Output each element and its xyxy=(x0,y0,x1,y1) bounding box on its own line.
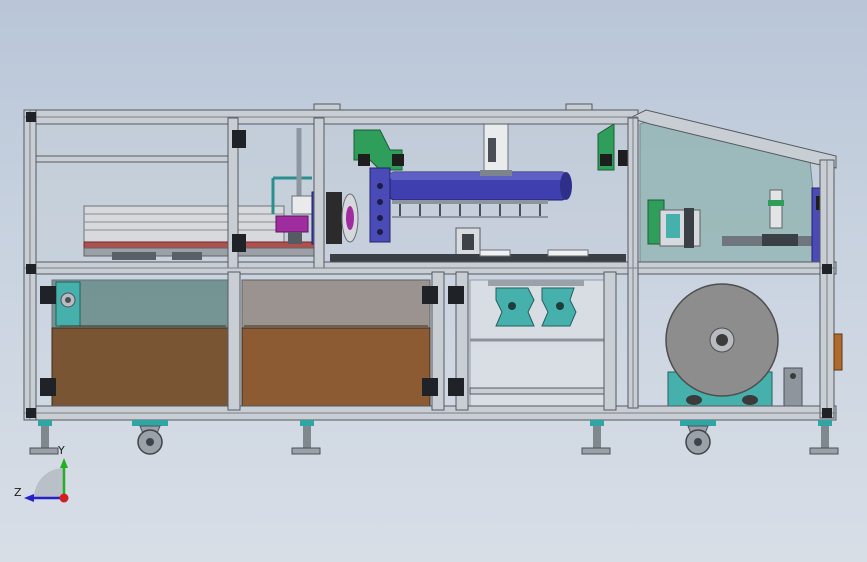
vertical-slide-unit xyxy=(480,123,512,176)
lower-left-cabinet xyxy=(51,279,229,407)
center-clamp-block xyxy=(455,227,481,257)
upper-left-conveyor xyxy=(83,205,315,260)
caster-wheel-icon xyxy=(680,420,716,455)
blue-air-cylinder xyxy=(389,171,572,201)
y-axis-label: Y xyxy=(57,444,65,457)
lower-middle-cabinet xyxy=(241,279,431,407)
leveling-foot-icon xyxy=(809,420,839,455)
leveling-foot-icon xyxy=(29,420,59,455)
leveling-foot-icon xyxy=(291,420,321,455)
z-axis-label: Z xyxy=(14,486,22,499)
leveling-foot-icon xyxy=(581,420,611,455)
lower-center-compartment xyxy=(469,279,605,407)
cad-machine-drawing: Y Z xyxy=(14,103,843,503)
right-handle xyxy=(833,333,843,371)
material-roll xyxy=(665,283,803,407)
caster-wheel-icon xyxy=(132,420,168,455)
